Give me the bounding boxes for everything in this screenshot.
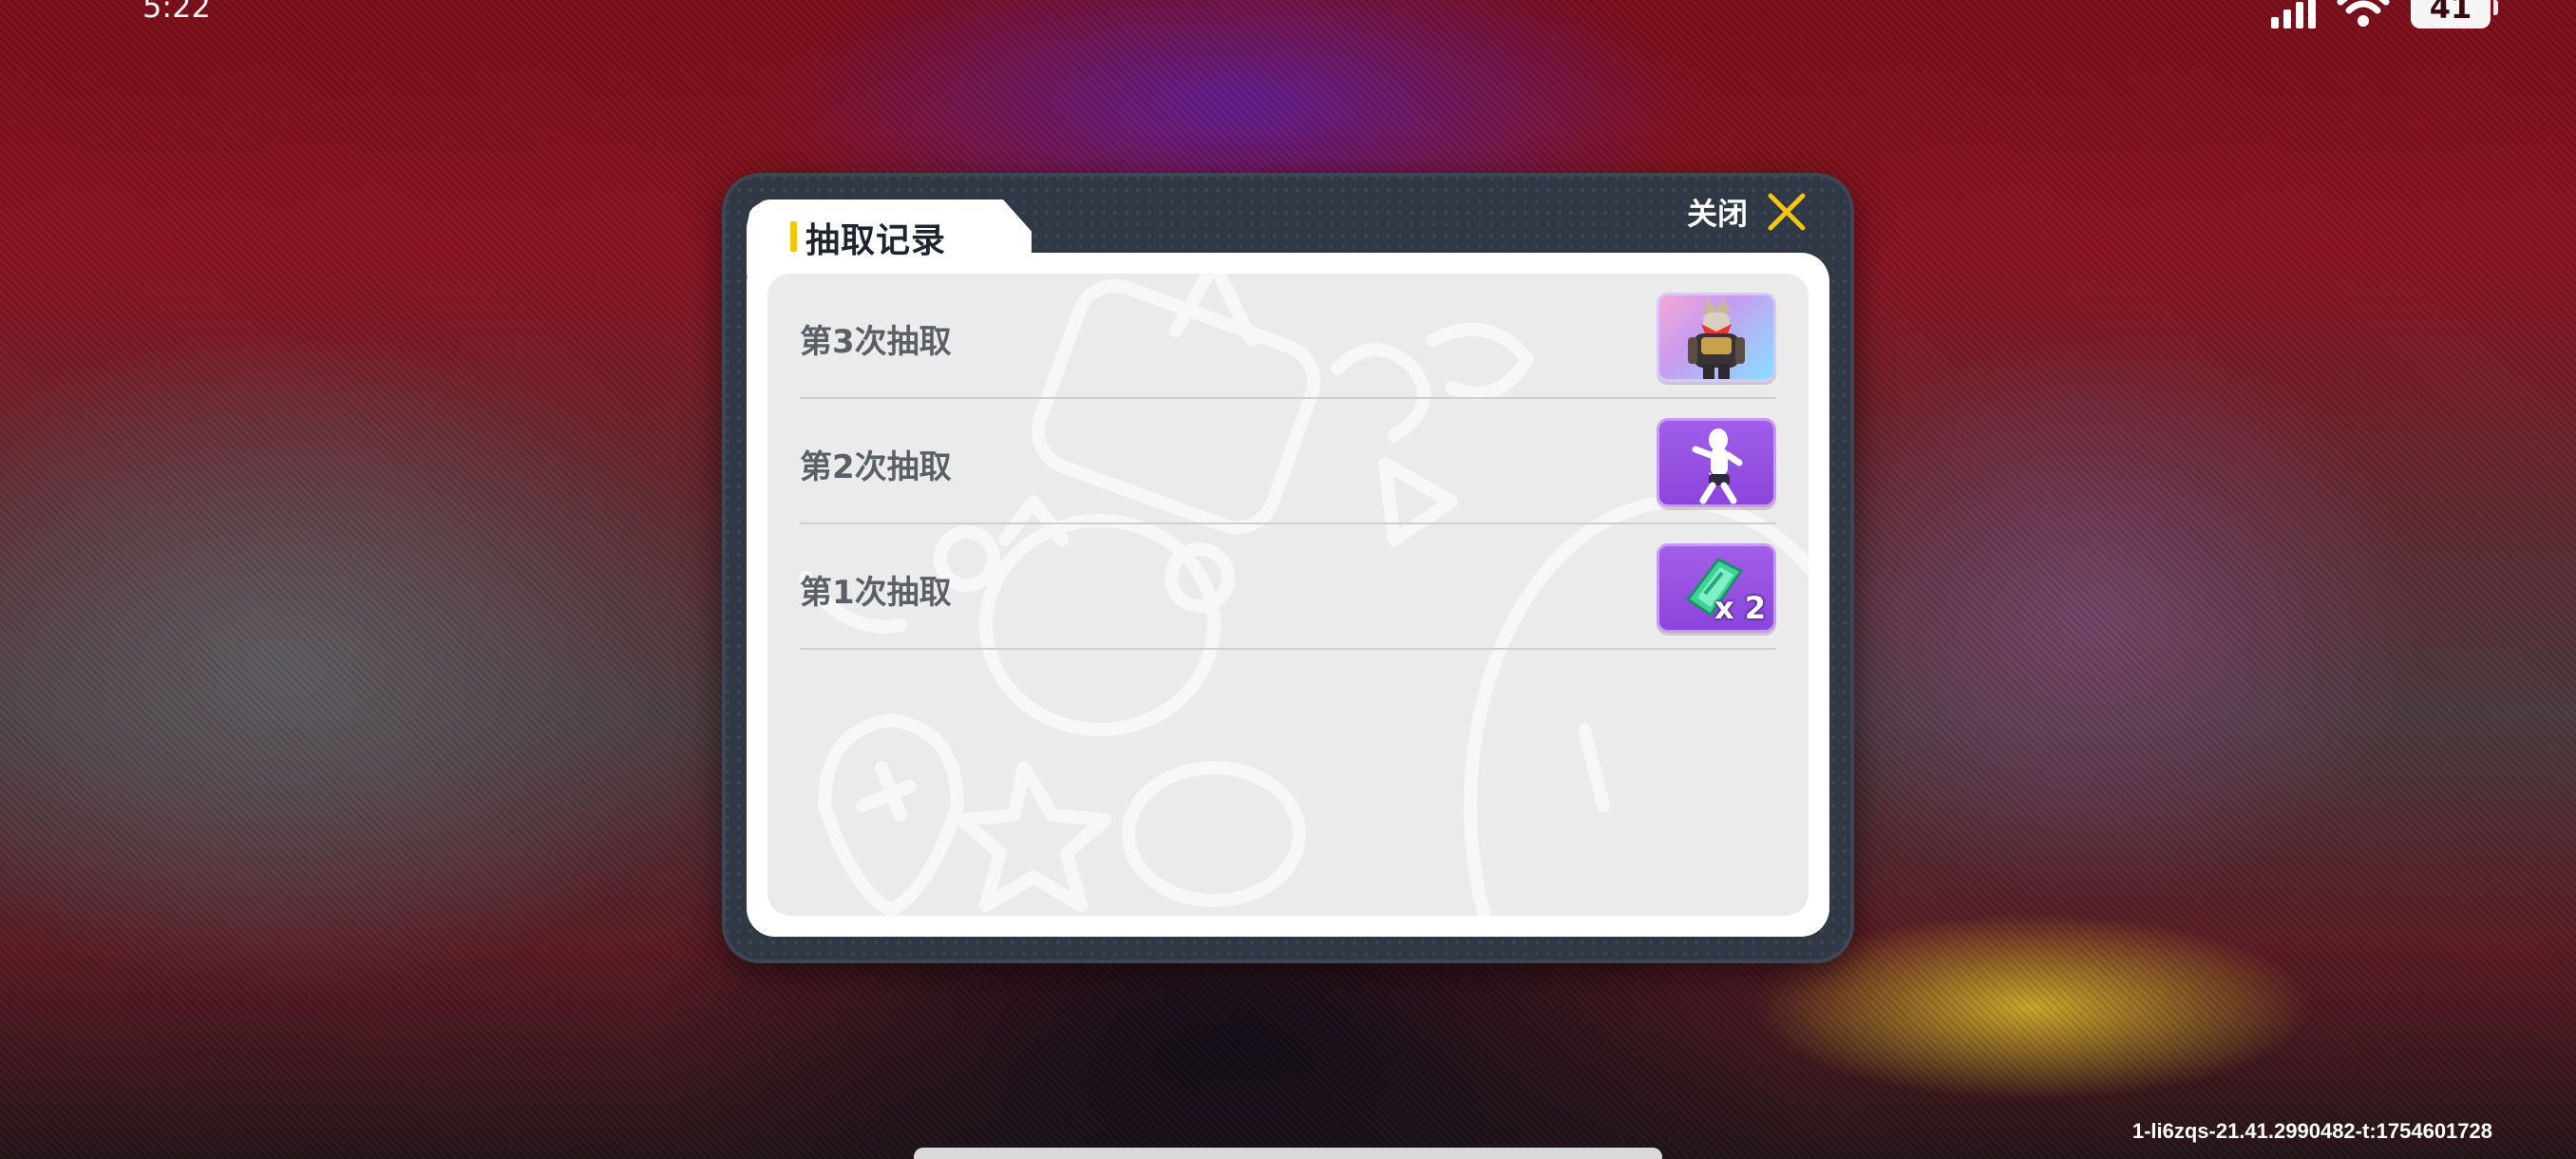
- record-label: 第1次抽取: [800, 574, 952, 612]
- record-row: 第2次抽取: [800, 399, 1776, 524]
- record-label: 第3次抽取: [800, 323, 952, 361]
- game-screen: 5:22 41 抽取记录 关闭 第3次抽取 第2次抽取 第1次抽取 x 2 1-…: [0, 0, 2576, 1159]
- armored-hero-figure-icon: [1688, 299, 1745, 379]
- record-list-panel: 第3次抽取 第2次抽取 第1次抽取 x 2: [767, 274, 1809, 916]
- reward-item[interactable]: x 2: [1657, 543, 1776, 633]
- home-indicator[interactable]: [914, 1148, 1662, 1159]
- battery-icon: 41: [2411, 0, 2498, 28]
- close-button[interactable]: 关闭: [1687, 190, 1809, 234]
- record-row: 第3次抽取: [800, 274, 1776, 399]
- close-label: 关闭: [1687, 196, 1749, 232]
- reward-item[interactable]: [1657, 418, 1776, 507]
- close-icon[interactable]: [1765, 190, 1809, 234]
- record-label: 第2次抽取: [800, 448, 952, 486]
- signal-icon: [2271, 0, 2316, 28]
- status-time: 5:22: [142, 0, 211, 25]
- wifi-icon: [2337, 0, 2390, 27]
- record-row: 第1次抽取 x 2: [800, 524, 1776, 650]
- status-icons: 41: [2271, 0, 2498, 28]
- dialog-title: 抽取记录: [805, 221, 947, 260]
- title-accent-bar: [790, 221, 797, 252]
- reward-quantity: x 2: [1714, 590, 1766, 626]
- build-id: 1-li6zqs-21.41.2990482-t:1754601728: [2131, 1119, 2492, 1143]
- reward-item[interactable]: [1657, 293, 1776, 382]
- white-dancing-figure-icon: [1692, 428, 1743, 504]
